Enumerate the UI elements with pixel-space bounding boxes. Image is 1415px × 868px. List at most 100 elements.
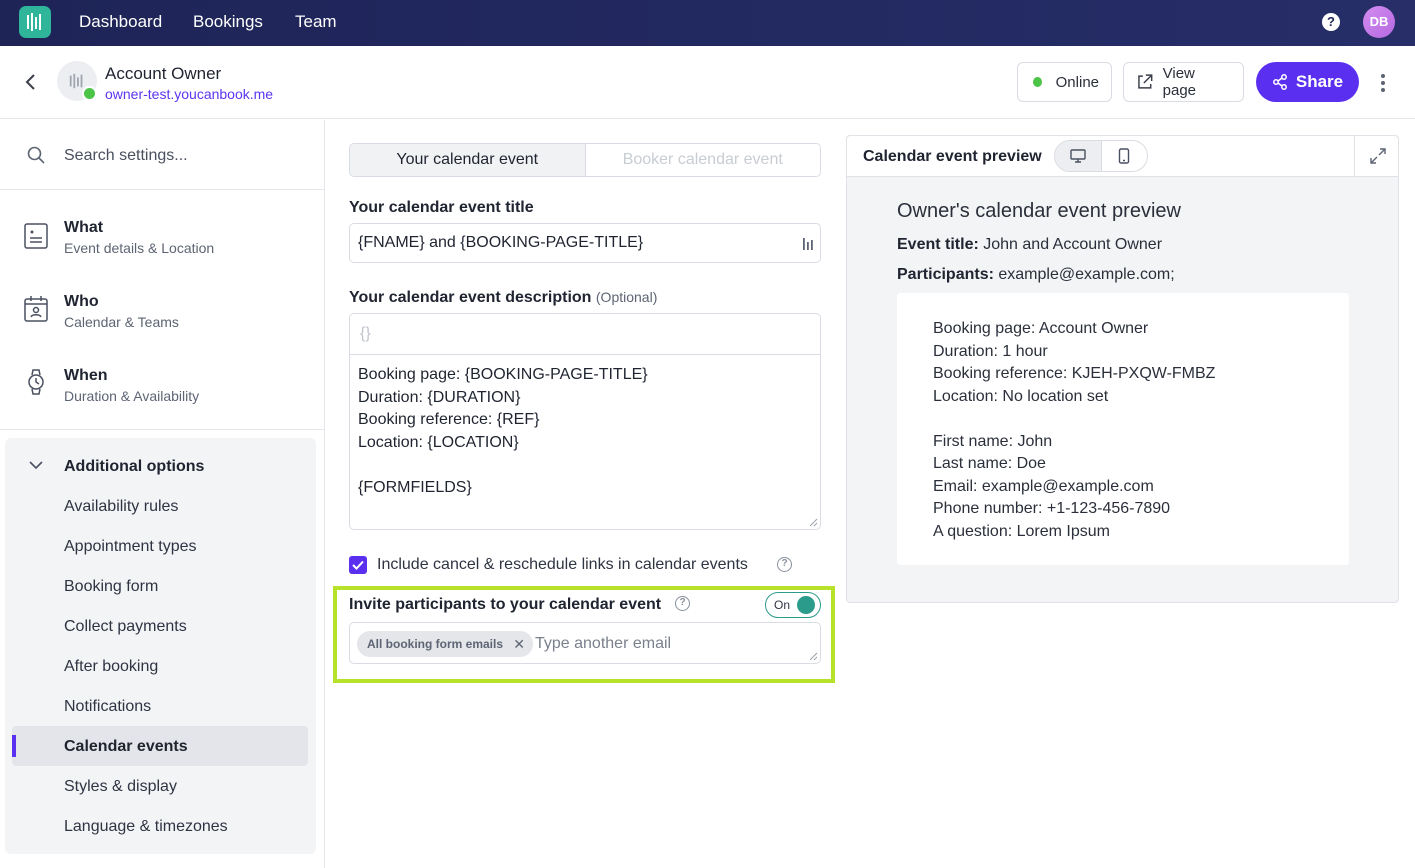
toggle-state-label: On [774, 598, 791, 612]
back-arrow-icon[interactable] [20, 70, 40, 94]
additional-options-group: Additional options Availability rules Ap… [5, 438, 316, 854]
logo-bars-icon [27, 13, 41, 31]
online-indicator [82, 86, 97, 101]
sidebar-item-after-booking[interactable]: After booking [64, 658, 158, 676]
sidebar-section-what[interactable]: What Event details & Location [0, 208, 324, 282]
view-page-label: View page [1162, 65, 1197, 99]
section-subtitle: Duration & Availability [64, 388, 200, 404]
expand-icon[interactable] [1370, 148, 1386, 164]
additional-options-title[interactable]: Additional options [64, 458, 204, 476]
sidebar-item-calendar-events[interactable]: Calendar events [64, 738, 188, 756]
page-header: Account Owner owner-test.youcanbook.me O… [0, 46, 1415, 119]
sidebar-section-when[interactable]: When Duration & Availability [0, 356, 324, 430]
additional-email-input[interactable] [535, 632, 795, 656]
include-links-label[interactable]: Include cancel & reschedule links in cal… [377, 556, 748, 574]
user-avatar[interactable]: DB [1363, 6, 1395, 38]
mobile-icon [1119, 148, 1130, 164]
online-status-button[interactable]: Online [1017, 62, 1112, 102]
event-description-editor[interactable]: {} Booking page: {BOOKING-PAGE-TITLE} Du… [349, 313, 821, 530]
toggle-knob [797, 596, 815, 614]
section-subtitle: Event details & Location [64, 240, 215, 256]
include-links-checkbox[interactable] [349, 556, 367, 574]
watch-icon [28, 369, 44, 395]
email-chip-label: All booking form emails [367, 637, 504, 651]
preview-event-title: Event title: John and Account Owner [897, 236, 1162, 254]
section-title: Who [64, 293, 99, 310]
event-description-label-text: Your calendar event description [349, 289, 592, 306]
participant-emails-field[interactable]: All booking form emails ✕ [349, 622, 821, 664]
share-button[interactable]: Share [1256, 62, 1359, 102]
resize-grip-icon[interactable] [808, 517, 818, 527]
preview-header: Calendar event preview [847, 136, 1398, 177]
email-chip: All booking form emails ✕ [357, 631, 534, 657]
sidebar-item-booking-form[interactable]: Booking form [64, 578, 158, 596]
sidebar-item-availability-rules[interactable]: Availability rules [64, 498, 178, 516]
insert-variable-icon[interactable] [802, 236, 814, 252]
nav-team[interactable]: Team [295, 12, 337, 32]
desktop-view-button[interactable] [1055, 141, 1102, 171]
preview-participants: Participants: example@example.com; [897, 266, 1175, 284]
active-indicator-bar [12, 735, 16, 757]
invite-participants-highlight: Invite participants to your calendar eve… [333, 586, 835, 683]
owner-name: Account Owner [105, 64, 222, 83]
participants-value: example@example.com; [998, 266, 1175, 283]
sidebar-item-collect-payments[interactable]: Collect payments [64, 618, 187, 636]
event-title-key: Event title: [897, 236, 979, 253]
mobile-view-button[interactable] [1102, 141, 1148, 171]
resize-grip-icon[interactable] [808, 651, 818, 661]
desktop-icon [1070, 149, 1086, 163]
event-description-text[interactable]: Booking page: {BOOKING-PAGE-TITLE} Durat… [350, 355, 820, 508]
device-toggle [1054, 140, 1148, 172]
event-title-input[interactable]: {FNAME} and {BOOKING-PAGE-TITLE} [349, 223, 821, 263]
event-title-value: John and Account Owner [983, 236, 1163, 253]
more-options-icon[interactable] [1376, 72, 1390, 94]
preview-title: Calendar event preview [863, 148, 1042, 165]
external-link-icon [1138, 74, 1153, 89]
search-settings-input[interactable] [64, 144, 304, 168]
header-divider [1354, 136, 1355, 177]
nav-dashboard[interactable]: Dashboard [79, 12, 162, 32]
help-icon[interactable]: ? [1322, 13, 1340, 31]
help-circle-icon[interactable]: ? [675, 596, 690, 611]
owner-url-link[interactable]: owner-test.youcanbook.me [105, 86, 273, 102]
event-title-value: {FNAME} and {BOOKING-PAGE-TITLE} [358, 234, 644, 251]
preview-heading: Owner's calendar event preview [897, 200, 1181, 222]
sidebar-section-who[interactable]: Who Calendar & Teams [0, 282, 324, 356]
checkmark-icon [352, 560, 364, 570]
tab-booker-calendar-event[interactable]: Booker calendar event [585, 144, 820, 176]
help-circle-icon[interactable]: ? [777, 557, 792, 572]
calendar-person-icon [24, 296, 48, 322]
nav-bookings[interactable]: Bookings [193, 12, 263, 32]
search-icon [27, 146, 45, 164]
variables-braces-icon[interactable]: {} [350, 314, 820, 355]
invite-participants-toggle[interactable]: On [765, 592, 821, 618]
view-page-button[interactable]: View page [1123, 62, 1244, 102]
sidebar-item-appointment-types[interactable]: Appointment types [64, 538, 197, 556]
app-logo[interactable] [19, 6, 51, 38]
chevron-down-icon[interactable] [29, 460, 43, 470]
sidebar-divider [0, 429, 324, 430]
status-label: Online [1055, 73, 1099, 91]
event-title-label: Your calendar event title [349, 199, 534, 216]
settings-sidebar: What Event details & Location Who Calend… [0, 120, 325, 868]
remove-chip-icon[interactable]: ✕ [513, 631, 525, 657]
section-title: When [64, 367, 108, 384]
share-icon [1272, 74, 1287, 90]
calendar-event-tabs: Your calendar event Booker calendar even… [349, 143, 821, 177]
share-label: Share [1295, 72, 1344, 91]
top-nav: Dashboard Bookings Team ? DB [0, 0, 1415, 46]
document-icon [24, 223, 48, 249]
sidebar-item-styles-display[interactable]: Styles & display [64, 778, 177, 796]
preview-description-card: Booking page: Account Owner Duration: 1 … [897, 293, 1349, 565]
tab-your-calendar-event[interactable]: Your calendar event [350, 144, 586, 176]
search-row [0, 120, 324, 190]
section-title: What [64, 219, 104, 236]
optional-tag: (Optional) [595, 289, 658, 305]
sidebar-item-notifications[interactable]: Notifications [64, 698, 151, 716]
calendar-event-preview-panel: Calendar event preview Owner's calendar … [846, 135, 1399, 603]
invite-participants-label: Invite participants to your calendar eve… [349, 596, 662, 613]
sidebar-item-language-timezones[interactable]: Language & timezones [64, 818, 228, 836]
status-dot-icon [1033, 77, 1042, 87]
preview-description-text: Booking page: Account Owner Duration: 1 … [933, 320, 1216, 540]
event-description-label: Your calendar event description (Optiona… [349, 289, 657, 307]
